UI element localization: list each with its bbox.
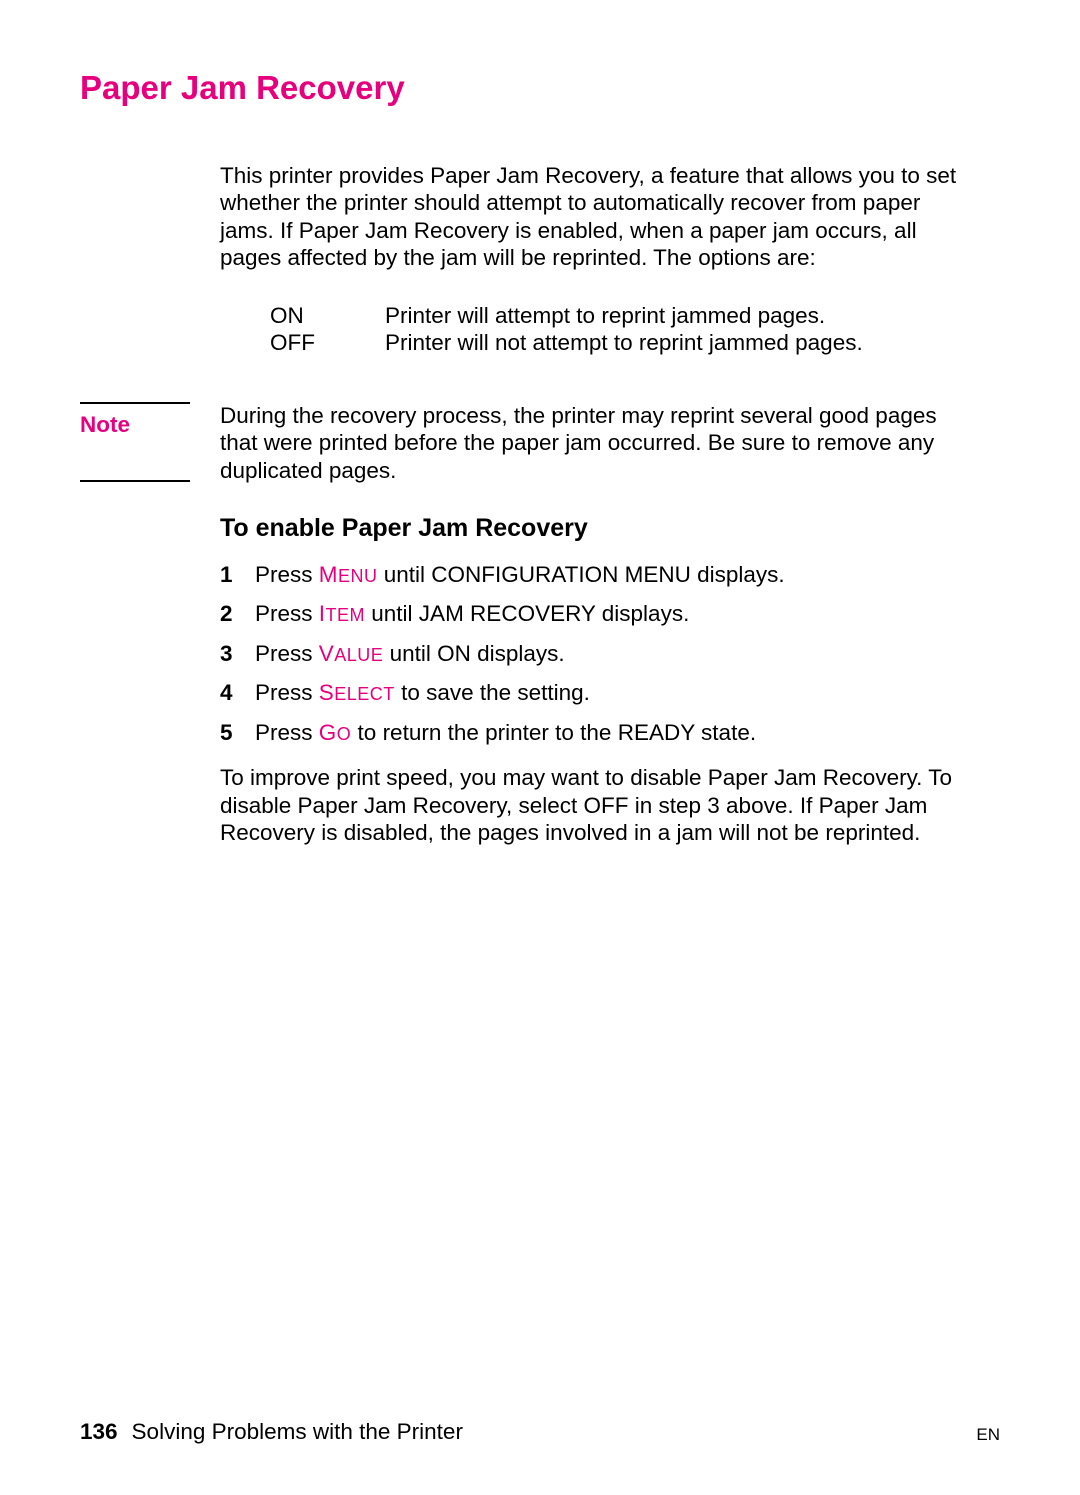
option-label: OFF [270, 329, 385, 356]
subheading: To enable Paper Jam Recovery [220, 514, 1000, 543]
step-text: Press SELECT to save the setting. [255, 679, 1000, 706]
step-text: Press VALUE until ON displays. [255, 640, 1000, 667]
step-text: Press MENU until CONFIGURATION MENU disp… [255, 561, 1000, 588]
note-rule [80, 402, 190, 404]
option-row: OFF Printer will not attempt to reprint … [270, 329, 1000, 356]
hw-key: SELECT [319, 680, 395, 705]
note-label: Note [80, 412, 220, 438]
step-number: 1 [220, 561, 255, 588]
hw-key: GO [319, 720, 352, 745]
step-row: 5 Press GO to return the printer to the … [220, 719, 1000, 746]
hw-key: VALUE [319, 641, 384, 666]
closing-paragraph: To improve print speed, you may want to … [220, 764, 975, 846]
intro-paragraph: This printer provides Paper Jam Recovery… [220, 162, 975, 272]
option-desc: Printer will not attempt to reprint jamm… [385, 329, 863, 356]
step-number: 4 [220, 679, 255, 706]
page-heading: Paper Jam Recovery [80, 69, 1000, 107]
page-number: 136 [80, 1419, 118, 1445]
footer-lang: EN [976, 1425, 1000, 1445]
note-body: During the recovery process, the printer… [220, 402, 1000, 484]
step-row: 3 Press VALUE until ON displays. [220, 640, 1000, 667]
hw-key: MENU [319, 562, 378, 587]
note-rule [80, 480, 190, 482]
step-row: 1 Press MENU until CONFIGURATION MENU di… [220, 561, 1000, 588]
step-row: 2 Press ITEM until JAM RECOVERY displays… [220, 600, 1000, 627]
step-text: Press GO to return the printer to the RE… [255, 719, 1000, 746]
step-number: 5 [220, 719, 255, 746]
step-number: 3 [220, 640, 255, 667]
note-block: Note During the recovery process, the pr… [80, 402, 1000, 484]
option-label: ON [270, 302, 385, 329]
option-desc: Printer will attempt to reprint jammed p… [385, 302, 825, 329]
step-row: 4 Press SELECT to save the setting. [220, 679, 1000, 706]
page-footer: 136 Solving Problems with the Printer EN [80, 1419, 1000, 1445]
hw-key: ITEM [319, 601, 365, 626]
step-text: Press ITEM until JAM RECOVERY displays. [255, 600, 1000, 627]
options-list: ON Printer will attempt to reprint jamme… [80, 302, 1000, 357]
step-number: 2 [220, 600, 255, 627]
footer-section: Solving Problems with the Printer [132, 1419, 463, 1445]
option-row: ON Printer will attempt to reprint jamme… [270, 302, 1000, 329]
